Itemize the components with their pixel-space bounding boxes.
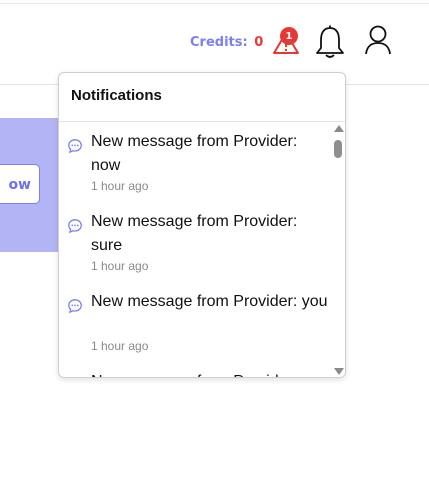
notification-item[interactable]: New message from Provider: sure 1 hour a… [59, 202, 331, 282]
notification-message: New message from Provider: now [91, 133, 298, 174]
alert-count-badge: 1 [280, 27, 298, 45]
notification-item[interactable]: New message from Provider: now 1 hour ag… [59, 122, 331, 202]
scroll-thumb[interactable] [334, 140, 342, 158]
notification-time: 1 hour ago [91, 339, 149, 353]
notification-message: New message from Provider: sure [91, 213, 298, 254]
scroll-up-arrow-icon[interactable] [334, 125, 344, 132]
scroll-down-arrow-icon[interactable] [334, 368, 344, 375]
user-icon[interactable] [363, 24, 393, 56]
notifications-dropdown: Notifications New message from Provider:… [58, 72, 346, 378]
notifications-title: Notifications [71, 87, 162, 104]
header-divider [0, 3, 429, 4]
chat-bubble-icon [68, 299, 82, 314]
notification-time: 1 hour ago [91, 259, 149, 273]
credits-count: 0 [254, 35, 264, 50]
notification-time: 1 hour ago [91, 179, 149, 193]
credits-label: Credits: [190, 35, 248, 50]
credits-indicator: Credits: 0 [190, 35, 263, 50]
notifications-list: New message from Provider: now 1 hour ag… [59, 122, 331, 377]
notification-item[interactable]: New message from Provider: you 1 hour ag… [59, 282, 331, 362]
chat-bubble-icon [68, 219, 82, 234]
notification-message: New message from Provider [91, 370, 329, 377]
notifications-scrollbar[interactable] [331, 122, 345, 377]
notification-message: New message from Provider: you [91, 293, 328, 310]
chat-bubble-icon [68, 139, 82, 154]
notification-item[interactable]: New message from Provider [59, 362, 331, 377]
background-action-button[interactable]: ow [0, 164, 40, 204]
bell-icon[interactable] [314, 24, 346, 60]
